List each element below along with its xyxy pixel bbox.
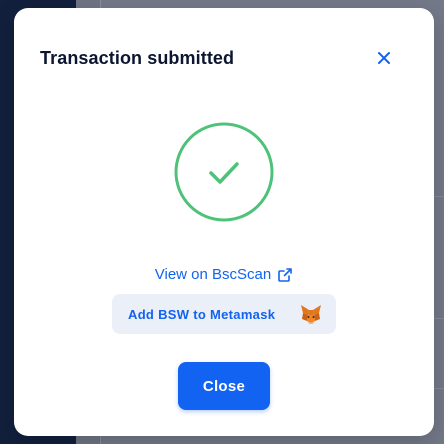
modal-title: Transaction submitted xyxy=(40,48,235,68)
external-link-icon xyxy=(277,267,293,283)
metamask-fox-icon xyxy=(300,303,322,325)
transaction-submitted-modal: Transaction submitted View on BscScan Ad… xyxy=(14,8,434,436)
view-on-bscscan-link[interactable]: View on BscScan xyxy=(14,264,434,284)
add-bsw-to-metamask-button[interactable]: Add BSW to Metamask xyxy=(112,294,336,334)
close-icon[interactable] xyxy=(374,48,394,68)
view-link-label: View on BscScan xyxy=(154,265,272,283)
close-button[interactable]: Close xyxy=(178,362,270,410)
add-token-label: Add BSW to Metamask xyxy=(128,306,276,322)
checkmark-circle-icon xyxy=(174,122,274,222)
